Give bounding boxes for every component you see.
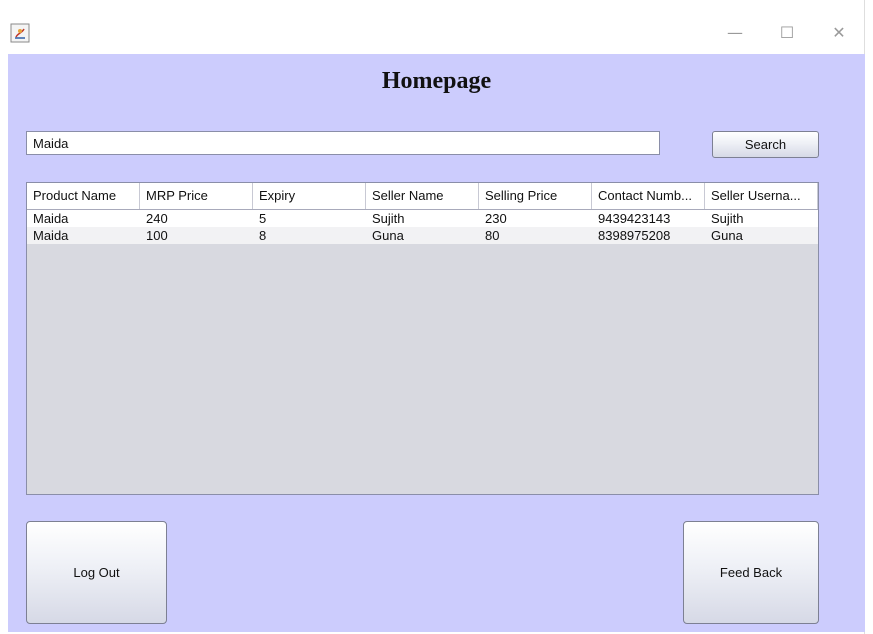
feedback-button[interactable]: Feed Back — [683, 521, 819, 624]
column-header[interactable]: Expiry — [253, 183, 366, 209]
table-cell: Maida — [33, 211, 69, 226]
table-cell: Guna — [372, 228, 404, 243]
minimize-icon[interactable]: — — [722, 22, 748, 44]
search-button[interactable]: Search — [712, 131, 819, 158]
table-cell: 230 — [485, 211, 507, 226]
results-table[interactable]: Product Name MRP Price Expiry Seller Nam… — [26, 182, 819, 495]
column-header[interactable]: Selling Price — [479, 183, 592, 209]
table-cell: 5 — [259, 211, 267, 226]
column-header[interactable]: Seller Name — [366, 183, 479, 209]
table-cell: Maida — [33, 228, 69, 243]
table-cell: 100 — [146, 228, 168, 243]
search-input[interactable] — [26, 131, 660, 155]
column-header[interactable]: Seller Userna... — [705, 183, 818, 209]
page-title: Homepage — [381, 68, 492, 94]
window-titlebar: — ☐ ✕ — [0, 0, 873, 54]
content-panel: Homepage Search Product Name MRP Price E… — [8, 54, 865, 632]
table-body: Maida 240 5 Sujith 230 9439423143 Sujith… — [27, 210, 818, 244]
table-cell: 8398975208 — [598, 228, 671, 243]
table-cell: 240 — [146, 211, 168, 226]
table-row[interactable]: Maida 100 8 Guna 80 8398975208 Guna — [27, 227, 818, 244]
table-cell: 9439423143 — [598, 211, 671, 226]
table-cell: Sujith — [711, 211, 744, 226]
logout-button[interactable]: Log Out — [26, 521, 167, 624]
close-icon[interactable]: ✕ — [826, 22, 852, 44]
table-cell: Guna — [711, 228, 743, 243]
maximize-icon[interactable]: ☐ — [774, 22, 800, 44]
table-cell: 8 — [259, 228, 267, 243]
table-cell: 80 — [485, 228, 500, 243]
java-app-icon — [10, 23, 30, 43]
column-header[interactable]: Product Name — [27, 183, 140, 209]
table-cell: Sujith — [372, 211, 405, 226]
table-row[interactable]: Maida 240 5 Sujith 230 9439423143 Sujith — [27, 210, 818, 227]
column-header[interactable]: MRP Price — [140, 183, 253, 209]
table-header: Product Name MRP Price Expiry Seller Nam… — [27, 183, 818, 210]
column-header[interactable]: Contact Numb... — [592, 183, 705, 209]
